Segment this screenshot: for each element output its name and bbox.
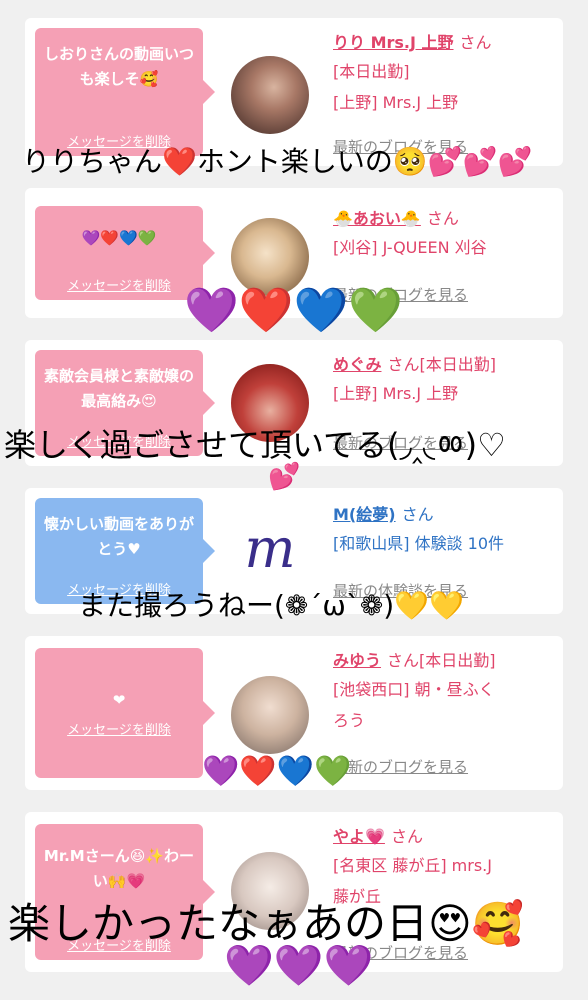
honorific: さん: [390, 827, 423, 846]
message-bubble: ❤ メッセージを削除: [35, 648, 215, 778]
shop-text: [上野] Mrs.J 上野: [333, 384, 459, 403]
honorific: さん[本日出勤]: [387, 355, 496, 374]
message-text: しおりさんの動画いつも楽しそ🥰: [43, 45, 194, 88]
cast-name-link[interactable]: めぐみ: [333, 355, 381, 374]
overlay-sticker: 💕: [268, 462, 301, 492]
shop-text-cont: ろう: [333, 711, 366, 730]
shop-text: [和歌山県] 体験談 10件: [333, 534, 505, 553]
avatar-letter: m: [244, 517, 296, 580]
honorific: さん: [459, 33, 492, 52]
overlay-caption: 楽しく過ごさせて頂いてる(◞‸◟ㆀ)♡: [4, 426, 506, 464]
message-text: 素敵会員様と素敵嬢の最高絡み😍: [43, 367, 194, 410]
message-bubble: 💜❤️💙💚 メッセージを削除: [35, 206, 215, 300]
cast-name-link[interactable]: やよ💗: [333, 827, 385, 846]
avatar[interactable]: [231, 676, 309, 754]
message-bubble: しおりさんの動画いつも楽しそ🥰 メッセージを削除: [35, 28, 215, 156]
cast-name-link[interactable]: 🐣あおい🐣: [333, 209, 421, 228]
avatar[interactable]: [231, 56, 309, 134]
status-text: [本日出勤]: [333, 62, 410, 81]
blog-link[interactable]: 最新のブログを見る: [333, 756, 468, 777]
message-text: 懐かしい動画をありがとう♥: [43, 515, 194, 558]
delete-message-link[interactable]: メッセージを削除: [35, 719, 203, 738]
honorific: さん[本日出勤]: [387, 651, 496, 670]
overlay-hearts: 💜💜💜: [224, 943, 374, 989]
overlay-caption: また撮ろうねー(❁´ω`❁)💛💛: [78, 589, 464, 622]
message-text: Mr.Mさーん😆✨わーい🙌💗: [43, 847, 195, 890]
shop-text: [刈谷] J-QUEEN 刈谷: [333, 238, 487, 257]
honorific: さん: [426, 209, 459, 228]
cast-name-link[interactable]: りり Mrs.J 上野: [333, 33, 454, 52]
honorific: さん: [401, 505, 434, 524]
shop-text: [名東区 藤が丘] mrs.J: [333, 856, 492, 875]
cast-name-link[interactable]: M(絵夢): [333, 505, 396, 524]
shop-text: [上野] Mrs.J 上野: [333, 93, 459, 112]
avatar[interactable]: m: [231, 512, 309, 590]
delete-message-link[interactable]: メッセージを削除: [35, 275, 203, 294]
message-text: ❤: [112, 691, 126, 709]
overlay-hearts: 💜❤️💙💚: [184, 285, 404, 336]
cast-name-link[interactable]: みゆう: [333, 651, 381, 670]
message-text: 💜❤️💙💚: [81, 229, 157, 247]
overlay-caption: りりちゃん❤️ホント楽しいの🥺💕💕💕: [22, 145, 533, 178]
shop-text: [池袋西口] 朝・昼ふく: [333, 680, 495, 699]
overlay-hearts: 💜❤️💙💚: [202, 754, 352, 789]
